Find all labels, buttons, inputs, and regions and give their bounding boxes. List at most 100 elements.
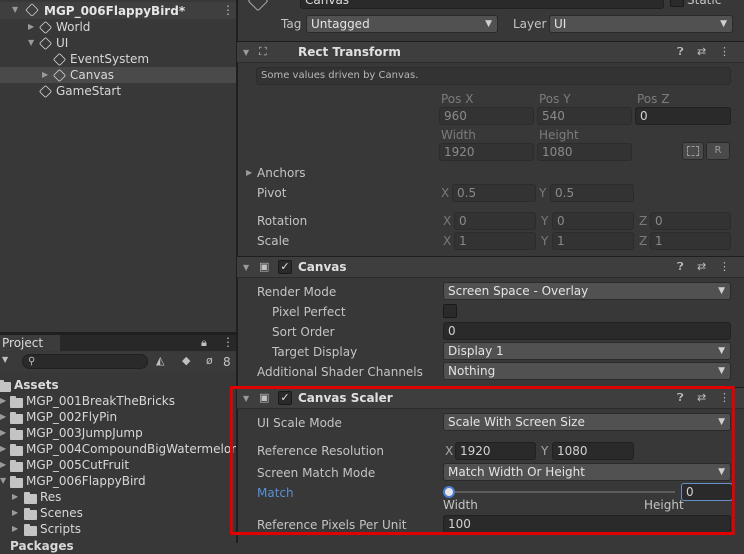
project-item-folder[interactable]: Scenes: [40, 505, 83, 521]
ui-scale-mode-value: Scale With Screen Size: [448, 415, 585, 429]
collapse-arrow-icon[interactable]: ▼: [243, 260, 249, 276]
rot-y-field: 0: [552, 212, 634, 230]
hidden-packages-icon[interactable]: ø: [206, 354, 213, 367]
expand-arrow-icon[interactable]: ▶: [28, 19, 34, 35]
tag-dropdown[interactable]: Untagged ▼: [306, 15, 498, 33]
shader-channels-dropdown[interactable]: Nothing ▼: [443, 362, 731, 380]
project-item-folder[interactable]: Res: [40, 489, 61, 505]
object-name-field[interactable]: Canvas: [300, 0, 664, 9]
layer-label: Layer: [513, 17, 547, 31]
search-input[interactable]: ⚲: [22, 354, 148, 369]
height-label: Height: [539, 128, 579, 142]
ref-x-axis: X: [445, 444, 454, 458]
raw-edit-label: R: [714, 145, 722, 156]
expand-arrow-icon[interactable]: ▼: [0, 473, 6, 489]
pixel-perfect-checkbox[interactable]: [443, 304, 457, 318]
ref-ppu-field[interactable]: 100: [443, 515, 731, 533]
scale-label: Scale: [257, 234, 290, 248]
expand-arrow-icon[interactable]: ▶: [12, 505, 18, 521]
hidden-packages-count: 8: [223, 355, 231, 369]
expand-arrow-icon[interactable]: ▶: [0, 393, 6, 409]
expand-arrow-icon[interactable]: ▶: [246, 165, 252, 181]
project-item-folder[interactable]: MGP_001BreakTheBricks: [26, 393, 175, 409]
canvas-scaler-enabled-checkbox[interactable]: ✓: [278, 391, 292, 405]
raw-edit-button[interactable]: R: [706, 142, 730, 160]
chevron-down-icon: ▼: [718, 366, 725, 376]
help-icon[interactable]: ❓︎: [677, 45, 684, 59]
project-item-packages[interactable]: Packages: [10, 538, 74, 554]
hierarchy-item-eventsystem[interactable]: EventSystem: [70, 51, 149, 67]
project-item-folder[interactable]: MGP_004CompoundBigWatermelon: [26, 441, 239, 457]
hierarchy-item-ui[interactable]: UI: [56, 35, 68, 51]
anchors-label[interactable]: Anchors: [257, 165, 306, 181]
canvas-enabled-checkbox[interactable]: ✓: [278, 260, 292, 274]
project-item-folder[interactable]: MGP_005CutFruit: [26, 457, 129, 473]
expand-arrow-icon[interactable]: ▶: [0, 425, 6, 441]
collapse-arrow-icon[interactable]: ▼: [243, 391, 249, 407]
more-icon[interactable]: ⋮: [719, 45, 730, 59]
scene-title: MGP_006FlappyBird*: [44, 4, 186, 18]
project-item-folder[interactable]: MGP_006FlappyBird: [26, 473, 146, 489]
project-item-folder[interactable]: MGP_002FlyPin: [26, 409, 117, 425]
match-value-field[interactable]: 0: [681, 483, 733, 501]
folder-icon: [0, 380, 11, 392]
expand-arrow-icon[interactable]: ▶: [0, 457, 6, 473]
tab-project[interactable]: Project: [0, 335, 60, 351]
create-dropdown-icon[interactable]: ▼: [2, 355, 8, 364]
lock-icon[interactable]: 🔒︎: [201, 336, 207, 350]
filter-by-type-icon[interactable]: ◭: [156, 354, 164, 367]
presets-icon[interactable]: ⇄: [697, 45, 706, 59]
more-icon[interactable]: ⋮: [222, 335, 234, 350]
more-icon[interactable]: ⋮: [222, 3, 234, 17]
help-icon[interactable]: ❓︎: [677, 260, 684, 274]
expand-arrow-icon[interactable]: ▶: [0, 409, 6, 425]
gameobject-icon: [52, 68, 67, 83]
static-checkbox[interactable]: [670, 0, 684, 7]
layer-dropdown[interactable]: UI ▼: [549, 15, 733, 33]
hierarchy-item-world[interactable]: World: [56, 19, 90, 35]
screen-match-mode-dropdown[interactable]: Match Width Or Height ▼: [443, 463, 731, 481]
hierarchy-selected-row[interactable]: ▶ Canvas: [0, 67, 236, 83]
expand-arrow-icon[interactable]: ▶: [0, 441, 6, 457]
ref-y-field[interactable]: 1080: [552, 442, 634, 460]
posz-field[interactable]: 0: [635, 107, 731, 125]
render-mode-dropdown[interactable]: Screen Space - Overlay ▼: [443, 282, 731, 300]
canvas-header[interactable]: ▼ ▣ ✓ Canvas ❓︎ ⇄ ⋮: [237, 256, 744, 278]
project-item-assets[interactable]: Assets: [14, 377, 59, 393]
more-icon[interactable]: ⋮: [719, 260, 730, 274]
project-item-folder[interactable]: Scripts: [40, 521, 81, 537]
filter-by-label-icon[interactable]: ◆: [182, 354, 190, 367]
presets-icon[interactable]: ⇄: [697, 391, 706, 405]
project-item-folder[interactable]: MGP_003JumpJump: [26, 425, 143, 441]
hierarchy-item-canvas[interactable]: Canvas: [70, 67, 114, 83]
collapse-arrow-icon[interactable]: ▼: [243, 45, 249, 61]
sort-order-field[interactable]: 0: [443, 322, 731, 340]
sort-order-label: Sort Order: [272, 325, 335, 339]
project-toolbar: ▼ ⚲ ◭ ◆ ø 8: [0, 352, 236, 372]
posz-label: Pos Z: [637, 92, 670, 106]
help-icon[interactable]: ❓︎: [677, 391, 684, 405]
expand-arrow-icon[interactable]: ▶: [12, 521, 18, 537]
blueprint-mode-button[interactable]: [682, 142, 704, 160]
scale-z-axis: Z: [639, 234, 648, 248]
presets-icon[interactable]: ⇄: [697, 260, 706, 274]
expand-arrow-icon[interactable]: ▼: [28, 35, 34, 51]
rect-transform-title: Rect Transform: [298, 45, 401, 59]
ui-scale-mode-dropdown[interactable]: Scale With Screen Size ▼: [443, 413, 731, 431]
scene-row[interactable]: ▼ MGP_006FlappyBird* ⋮: [0, 2, 236, 19]
chevron-down-icon: ▼: [718, 417, 725, 427]
ref-x-field[interactable]: 1920: [455, 442, 536, 460]
blueprint-icon: [687, 146, 699, 156]
more-icon[interactable]: ⋮: [719, 391, 730, 405]
target-display-dropdown[interactable]: Display 1 ▼: [443, 342, 731, 360]
pivot-x-axis: X: [441, 186, 450, 200]
rect-transform-header[interactable]: ▼ ⛶ Rect Transform ❓︎ ⇄ ⋮: [237, 41, 744, 63]
expand-arrow-icon[interactable]: ▶: [42, 67, 48, 83]
shader-channels-value: Nothing: [448, 364, 496, 378]
match-slider[interactable]: [443, 484, 677, 500]
target-display-value: Display 1: [448, 344, 504, 358]
canvas-scaler-header[interactable]: ▼ ▣ ✓ Canvas Scaler ❓︎ ⇄ ⋮: [237, 387, 744, 409]
expand-arrow-icon[interactable]: ▶: [12, 489, 18, 505]
expand-arrow-icon[interactable]: ▼: [12, 2, 18, 18]
hierarchy-item-gamestart[interactable]: GameStart: [56, 83, 121, 99]
